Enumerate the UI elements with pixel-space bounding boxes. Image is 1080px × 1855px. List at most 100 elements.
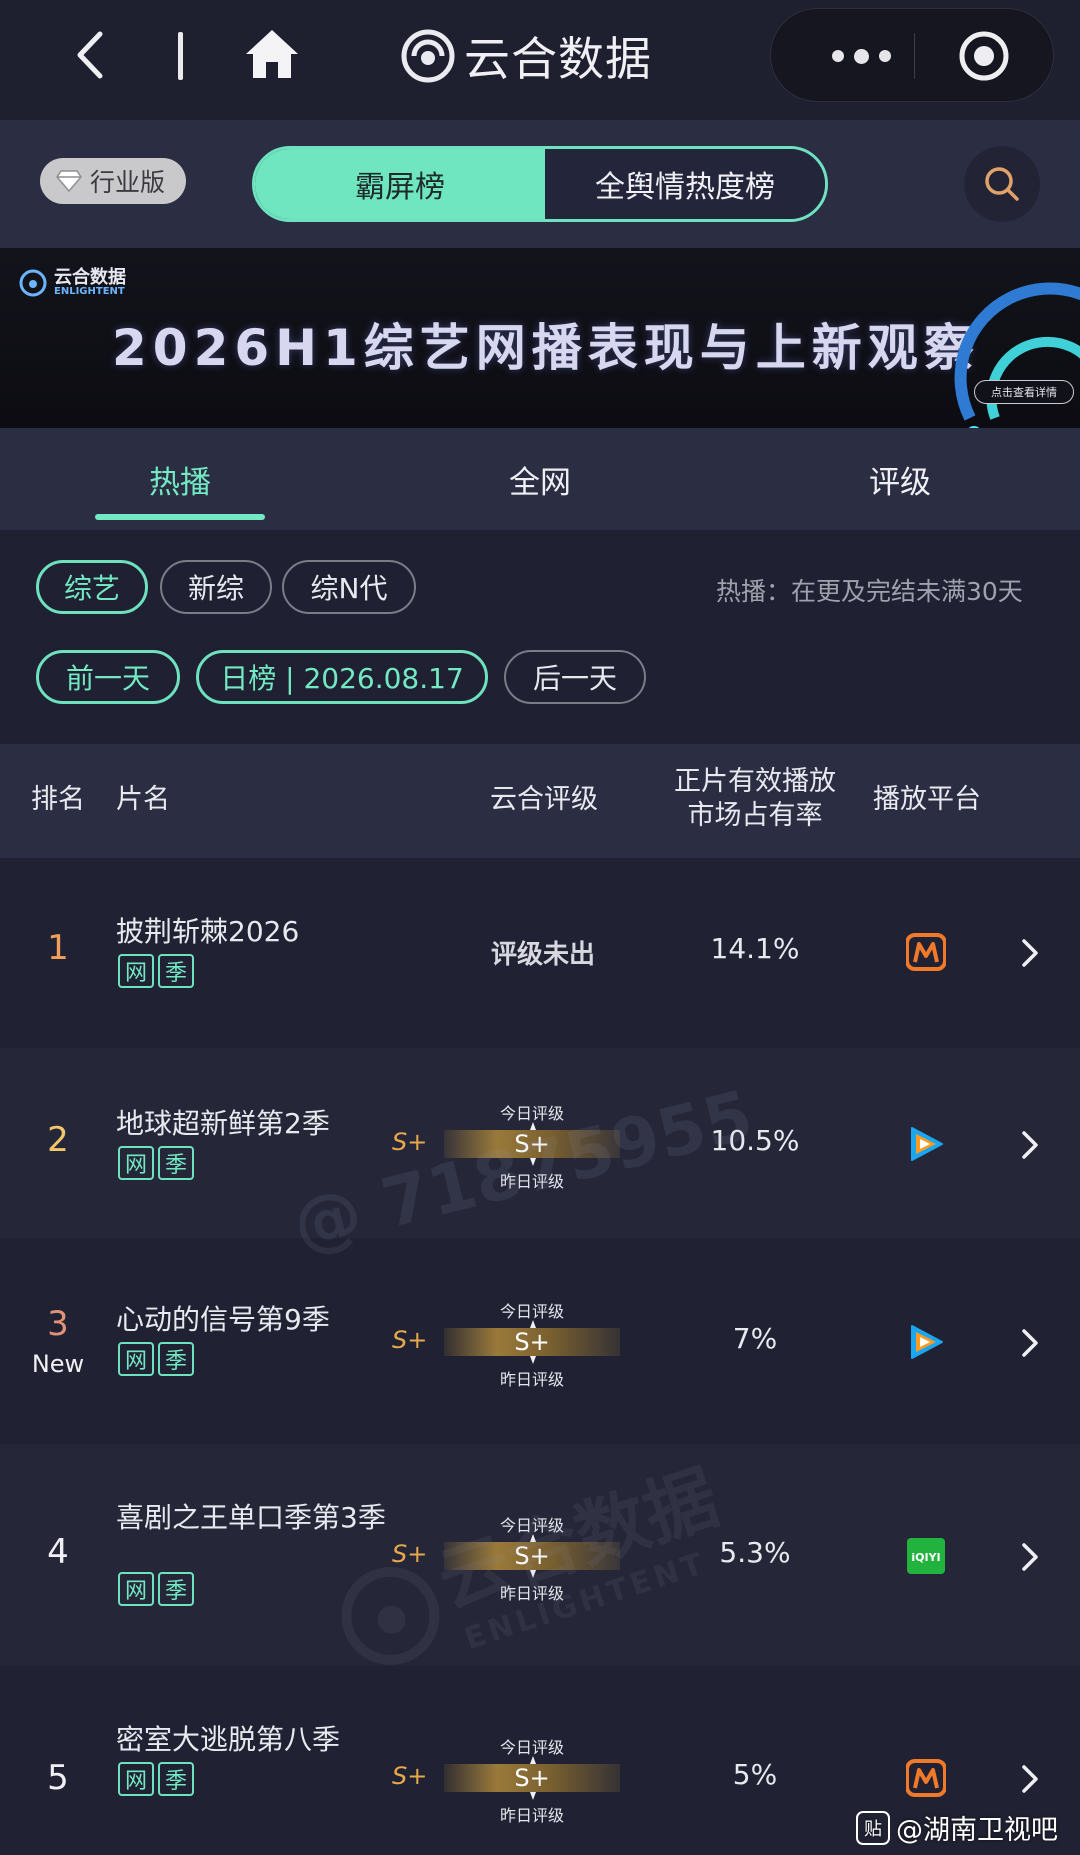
mango-tv-icon — [906, 1759, 946, 1797]
back-icon[interactable] — [70, 30, 110, 80]
rating-pointer — [530, 1320, 536, 1328]
table-header: 排名 片名 云合评级 正片有效播放 市场占有率 播放平台 — [0, 744, 1080, 858]
brand-logo-icon — [19, 269, 47, 297]
tag-season: 季 — [158, 1342, 194, 1376]
tag-web: 网 — [118, 1342, 154, 1376]
header-share-line1: 正片有效播放 — [674, 766, 836, 797]
row-tags: 网 季 — [118, 1342, 194, 1376]
industry-edition-badge[interactable]: 行业版 — [40, 158, 186, 204]
diamond-icon — [56, 170, 82, 192]
chevron-right-icon[interactable] — [1020, 1542, 1040, 1572]
row-title: 喜剧之王单口季第3季 — [116, 1501, 386, 1534]
new-entry-badge: New — [31, 1350, 85, 1378]
header-share-line2: 市场占有率 — [687, 800, 823, 831]
row-rank: 3 — [47, 1304, 69, 1344]
prev-day-button[interactable]: 前一天 — [36, 650, 180, 704]
tag-season: 季 — [158, 954, 194, 988]
rating-indicator: 今日评级 S+ 昨日评级 — [444, 1734, 620, 1825]
today-rating-label: 今日评级 — [499, 1738, 564, 1757]
table-row[interactable]: 4 喜剧之王单口季第3季 网 季 S+ 今日评级 S+ 昨日评级 5.3% iQ… — [0, 1444, 1080, 1666]
chevron-right-icon[interactable] — [1020, 1328, 1040, 1358]
banner-logo: 云合数据 ENLIGHTENT — [18, 268, 126, 298]
chevron-right-icon[interactable] — [1020, 938, 1040, 968]
tieba-icon: 贴 — [856, 1810, 890, 1845]
table-row[interactable]: 2 地球超新鲜第2季 网 季 S+ 今日评级 S+ 昨日评级 10.5% — [0, 1048, 1080, 1238]
rating-pointer — [530, 1158, 536, 1166]
rating-indicator: 今日评级 S+ 昨日评级 — [444, 1512, 620, 1603]
header-rating: 云合评级 — [490, 784, 598, 815]
chip-variety[interactable]: 综艺 — [36, 560, 148, 614]
search-button[interactable] — [964, 146, 1040, 222]
tag-season: 季 — [158, 1572, 194, 1606]
row-tags: 网 季 — [118, 1146, 194, 1180]
tab-rating[interactable]: 评级 — [720, 428, 1080, 530]
promo-banner[interactable]: 云合数据 ENLIGHTENT 2026H1综艺网播表现与上新观察 点击查看详情 — [0, 248, 1080, 428]
hot-airing-definition: 热播：在更及完结未满30天 — [716, 577, 1023, 606]
more-icon[interactable] — [821, 39, 901, 73]
source-watermark-text: @湖南卫视吧 — [896, 1815, 1058, 1846]
banner-logo-subtext: ENLIGHTENT — [54, 286, 125, 297]
today-rating-label: 今日评级 — [499, 1516, 564, 1535]
tag-web: 网 — [118, 1146, 154, 1180]
chip-new-variety[interactable]: 新综 — [160, 560, 272, 614]
rating-pointer — [530, 1122, 536, 1130]
target-icon[interactable] — [957, 29, 1011, 83]
rating-indicator: 今日评级 S+ 昨日评级 — [444, 1298, 620, 1389]
tencent-video-icon — [911, 1325, 943, 1359]
mini-program-capsule — [770, 8, 1054, 102]
app-brand: 云合数据 — [400, 24, 652, 88]
rating-grade: S+ — [444, 1764, 620, 1792]
row-tags: 网 季 — [118, 954, 194, 988]
page: 云合数据 行业版 霸屏榜 全舆情热度榜 云合数据 ENLIGHTENT 2026… — [0, 0, 1080, 1855]
market-share: 14.1% — [710, 932, 800, 965]
market-share: 5.3% — [719, 1536, 791, 1569]
segment-ba-ping[interactable]: 霸屏榜 — [255, 149, 545, 219]
rating-pending: 评级未出 — [490, 940, 595, 970]
row-rank: 2 — [47, 1120, 69, 1160]
today-rating-label: 今日评级 — [499, 1104, 564, 1123]
rating-pointer — [530, 1756, 536, 1764]
yesterday-rating-label: 昨日评级 — [499, 1172, 564, 1191]
tab-all-network[interactable]: 全网 — [360, 428, 720, 530]
rating-pointer — [530, 1792, 536, 1800]
ranking-type-switch: 霸屏榜 全舆情热度榜 — [252, 146, 828, 222]
app-title: 云合数据 — [464, 32, 652, 86]
header-rank: 排名 — [31, 784, 85, 815]
nav-divider — [178, 32, 183, 80]
previous-grade: S+ — [392, 1762, 428, 1790]
banner-logo-text: 云合数据 — [54, 267, 126, 288]
rating-grade: S+ — [444, 1542, 620, 1570]
industry-edition-label: 行业版 — [90, 168, 166, 197]
header-platform: 播放平台 — [873, 784, 981, 815]
date-selector[interactable]: 日榜 | 2026.08.17 — [196, 650, 488, 704]
row-tags: 网 季 — [118, 1572, 194, 1606]
active-tab-indicator — [95, 514, 265, 520]
banner-decoration — [954, 282, 1080, 428]
yesterday-rating-label: 昨日评级 — [499, 1806, 564, 1825]
chip-variety-sequel[interactable]: 综N代 — [282, 560, 416, 614]
row-title: 地球超新鲜第2季 — [116, 1107, 330, 1140]
rating-pointer — [530, 1570, 536, 1578]
tencent-video-icon — [911, 1127, 943, 1161]
row-rank: 1 — [47, 928, 69, 968]
home-icon[interactable] — [244, 28, 300, 80]
next-day-button[interactable]: 后一天 — [504, 650, 646, 704]
banner-cta-button[interactable]: 点击查看详情 — [974, 380, 1074, 404]
table-row[interactable]: 1 披荆斩棘2026 网 季 评级未出 14.1% — [0, 858, 1080, 1048]
rating-indicator: 今日评级 S+ 昨日评级 — [444, 1100, 620, 1191]
chevron-right-icon[interactable] — [1020, 1764, 1040, 1794]
header-title: 片名 — [116, 784, 170, 815]
rating-pointer — [530, 1534, 536, 1542]
mango-tv-icon — [906, 933, 946, 971]
chevron-right-icon[interactable] — [1020, 1130, 1040, 1160]
row-rank: 5 — [47, 1758, 69, 1798]
rating-pointer — [530, 1356, 536, 1364]
segment-sentiment-heat[interactable]: 全舆情热度榜 — [545, 149, 825, 219]
search-icon — [985, 167, 1019, 201]
tag-web: 网 — [118, 1572, 154, 1606]
row-tags: 网 季 — [118, 1762, 194, 1796]
previous-grade: S+ — [392, 1540, 428, 1568]
table-row[interactable]: 3 New 心动的信号第9季 网 季 S+ 今日评级 S+ 昨日评级 7% — [0, 1238, 1080, 1444]
tag-web: 网 — [118, 954, 154, 988]
tag-web: 网 — [118, 1762, 154, 1796]
